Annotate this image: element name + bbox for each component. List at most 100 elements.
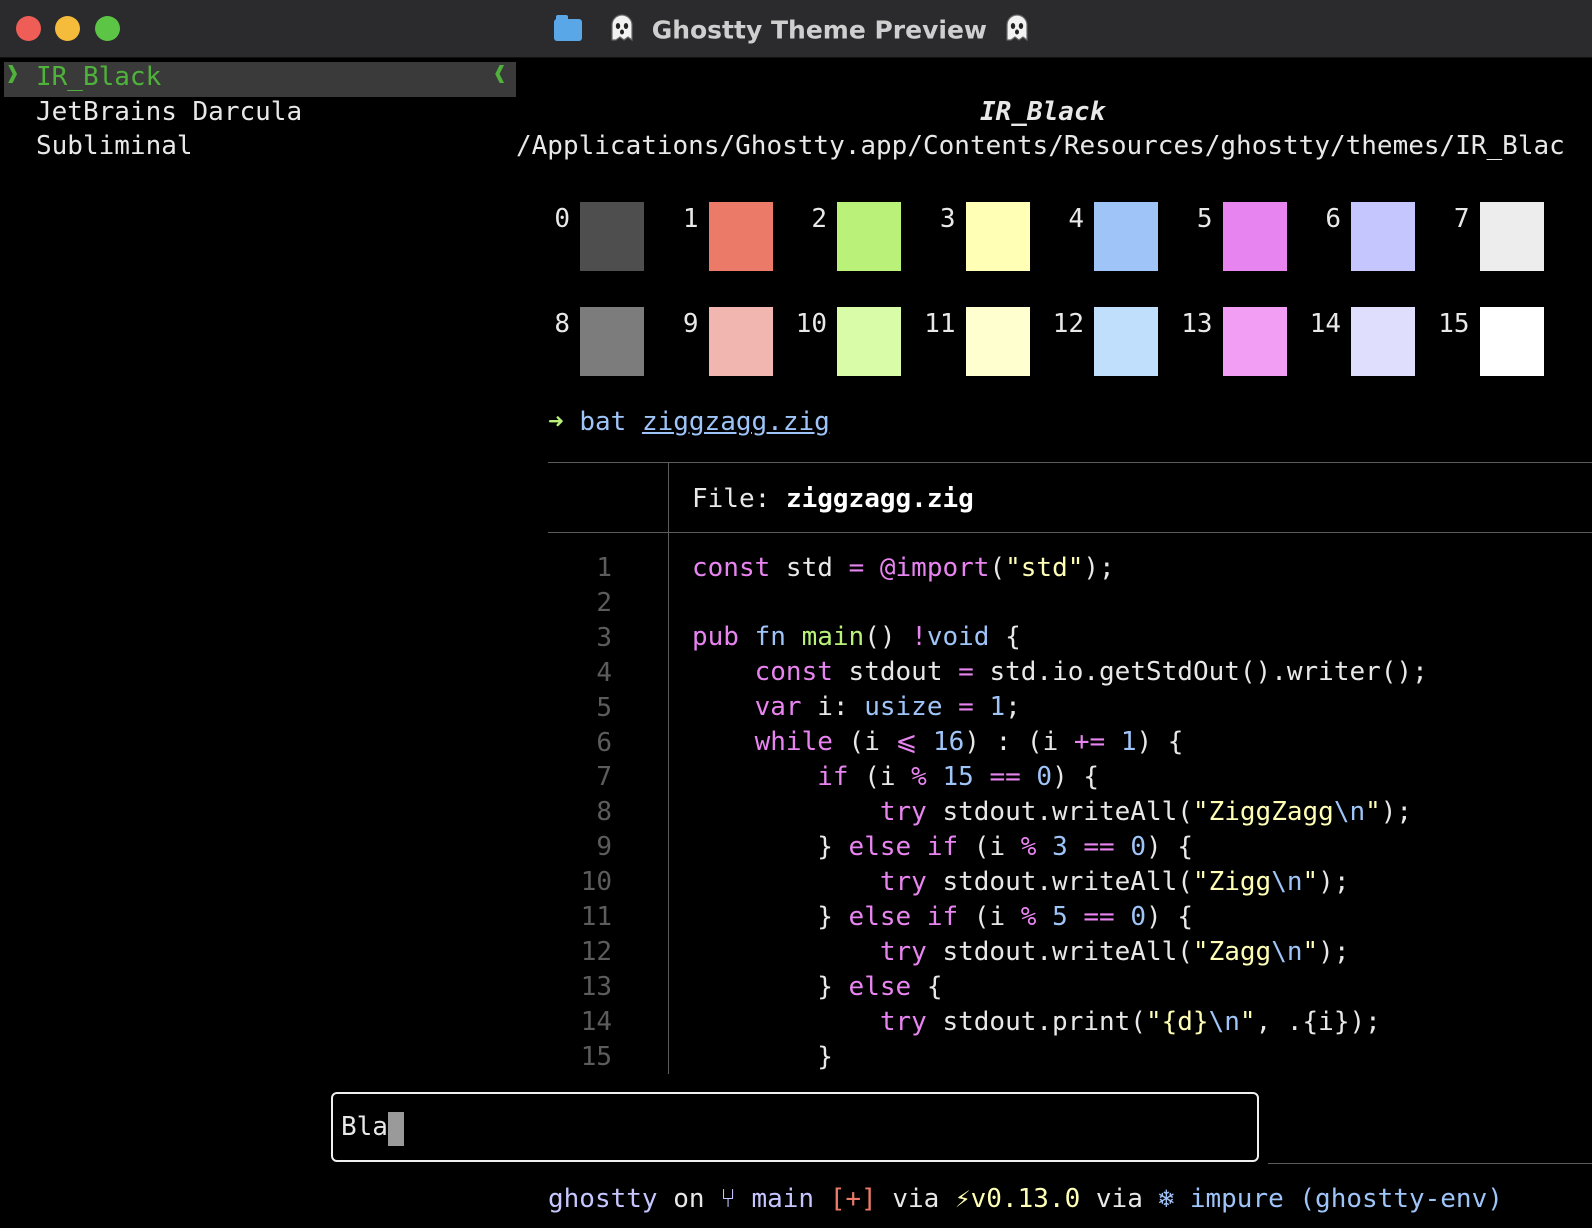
palette-swatch-5: [1222, 202, 1287, 271]
command-line: ➜ bat ziggzagg.zig: [548, 407, 830, 437]
folder-icon: [554, 15, 583, 41]
ghost-icon: [607, 12, 637, 48]
code-line: try stdout.writeAll("ZiggZagg\n");: [879, 797, 1413, 827]
palette-swatch-1: [708, 202, 773, 271]
line-number: 5: [596, 692, 612, 723]
code-line: } else if (i % 3 == 0) {: [692, 832, 1193, 862]
palette-swatch-0: [580, 202, 644, 271]
status-changes: [+]: [829, 1184, 877, 1214]
window-title: Ghostty Theme Preview: [651, 15, 988, 45]
palette-label-13: 13: [1181, 309, 1213, 339]
palette-label-7: 7: [1453, 204, 1470, 234]
palette-label-9: 9: [682, 309, 699, 339]
status-branch: main: [751, 1184, 815, 1214]
zig-icon: ⚡: [955, 1184, 971, 1214]
code-line: while (i ⩽ 16) : (i += 1) {: [754, 727, 1184, 757]
code-line: }: [692, 1042, 833, 1072]
preview-theme-name: IR_Black: [980, 97, 1106, 127]
palette-swatch-11: [965, 307, 1030, 376]
code-line: pub fn main() !void {: [692, 622, 1021, 652]
theme-item-ir-black[interactable]: IR_Black: [36, 62, 161, 92]
code-line: try stdout.writeAll("Zigg\n");: [879, 867, 1350, 897]
palette-swatch-12: [1094, 307, 1158, 376]
code-line: try stdout.print("{d}\n", .{i});: [879, 1007, 1381, 1037]
line-number: 7: [596, 762, 612, 793]
line-number: 2: [596, 587, 612, 618]
palette-label-1: 1: [682, 204, 699, 234]
palette-swatch-7: [1479, 202, 1544, 271]
code-line: const stdout = std.io.getStdOut().writer…: [754, 657, 1428, 687]
code-line: } else {: [692, 972, 943, 1002]
palette-swatch-15: [1479, 307, 1544, 376]
line-number: 1: [596, 553, 612, 583]
line-number: 14: [580, 1006, 612, 1037]
preview-theme-path: /Applications/Ghostty.app/Contents/Resou…: [516, 131, 1565, 161]
git-branch-icon: ⑂: [720, 1184, 736, 1214]
line-number: 12: [580, 936, 612, 967]
line-number: 10: [580, 867, 612, 898]
status-version: v0.13.0: [970, 1184, 1081, 1214]
code-line: if (i % 15 == 0) {: [817, 762, 1100, 792]
file-header-label: File:: [692, 484, 771, 514]
bat-header-border: [548, 532, 1592, 533]
line-number: 3: [596, 622, 612, 653]
nix-icon: ❄: [1158, 1184, 1175, 1214]
line-number: 4: [596, 657, 612, 688]
status-on: on: [673, 1184, 705, 1214]
command-argument[interactable]: ziggzagg.zig: [642, 407, 830, 437]
palette-swatch-2: [837, 202, 901, 271]
bat-file-header: File: ziggzagg.zig: [692, 484, 974, 514]
status-env: impure (ghostty-env): [1189, 1184, 1503, 1214]
code-line: try stdout.writeAll("Zagg\n");: [879, 937, 1350, 967]
code-line: const std = @import("std");: [692, 553, 1115, 583]
selection-marker-left: ❱: [6, 62, 20, 87]
window-title-group: Ghostty Theme Preview: [0, 12, 1592, 48]
palette-label-4: 4: [1068, 204, 1084, 234]
prompt-arrow: ➜: [548, 407, 564, 437]
palette-swatch-10: [837, 307, 901, 376]
palette-swatch-4: [1094, 202, 1158, 271]
line-number: 8: [596, 797, 612, 828]
bat-top-border: [548, 462, 1592, 463]
palette-label-6: 6: [1325, 204, 1341, 234]
theme-search-box[interactable]: Bla: [331, 1092, 1259, 1162]
palette-swatch-3: [965, 202, 1030, 271]
theme-item-jetbrains-darcula[interactable]: JetBrains Darcula: [36, 97, 302, 127]
palette-label-10: 10: [795, 309, 827, 339]
palette-label-15: 15: [1438, 309, 1470, 339]
palette-label-5: 5: [1196, 204, 1213, 234]
bat-gutter-border: [668, 462, 669, 1074]
ghost-icon: [1002, 12, 1032, 48]
code-line: var i: usize = 1;: [754, 692, 1021, 722]
command-name: bat: [579, 407, 627, 437]
shell-status-line: ghostty on ⑂ main [+] via ⚡v0.13.0 via ❄…: [548, 1184, 1503, 1214]
theme-item-subliminal[interactable]: Subliminal: [36, 131, 193, 161]
line-number: 6: [596, 727, 612, 758]
palette-label-2: 2: [811, 204, 827, 234]
line-number: 9: [596, 832, 612, 863]
line-number: 11: [580, 902, 612, 932]
palette-swatch-9: [708, 307, 773, 376]
code-line: } else if (i % 5 == 0) {: [692, 902, 1193, 932]
palette-label-11: 11: [924, 309, 956, 339]
file-header-name: ziggzagg.zig: [785, 484, 974, 514]
line-number: 13: [580, 971, 612, 1002]
palette-swatch-6: [1351, 202, 1415, 271]
selection-marker-right: ❰: [493, 62, 507, 87]
palette-label-0: 0: [554, 204, 570, 234]
palette-swatch-8: [580, 307, 644, 376]
palette-swatch-13: [1222, 307, 1287, 376]
status-via: via: [892, 1184, 940, 1214]
palette-label-3: 3: [939, 204, 956, 234]
status-via: via: [1095, 1184, 1143, 1214]
line-number: 15: [580, 1041, 612, 1072]
palette-label-12: 12: [1052, 309, 1084, 339]
palette-swatch-14: [1351, 307, 1415, 376]
text-cursor: [388, 1112, 404, 1146]
bat-bottom-border: [1268, 1163, 1592, 1164]
palette-label-8: 8: [554, 309, 570, 339]
title-bar: Ghostty Theme Preview: [0, 0, 1592, 58]
palette-label-14: 14: [1309, 309, 1341, 339]
search-input[interactable]: Bla: [341, 1112, 388, 1142]
status-dir: ghostty: [548, 1184, 658, 1214]
